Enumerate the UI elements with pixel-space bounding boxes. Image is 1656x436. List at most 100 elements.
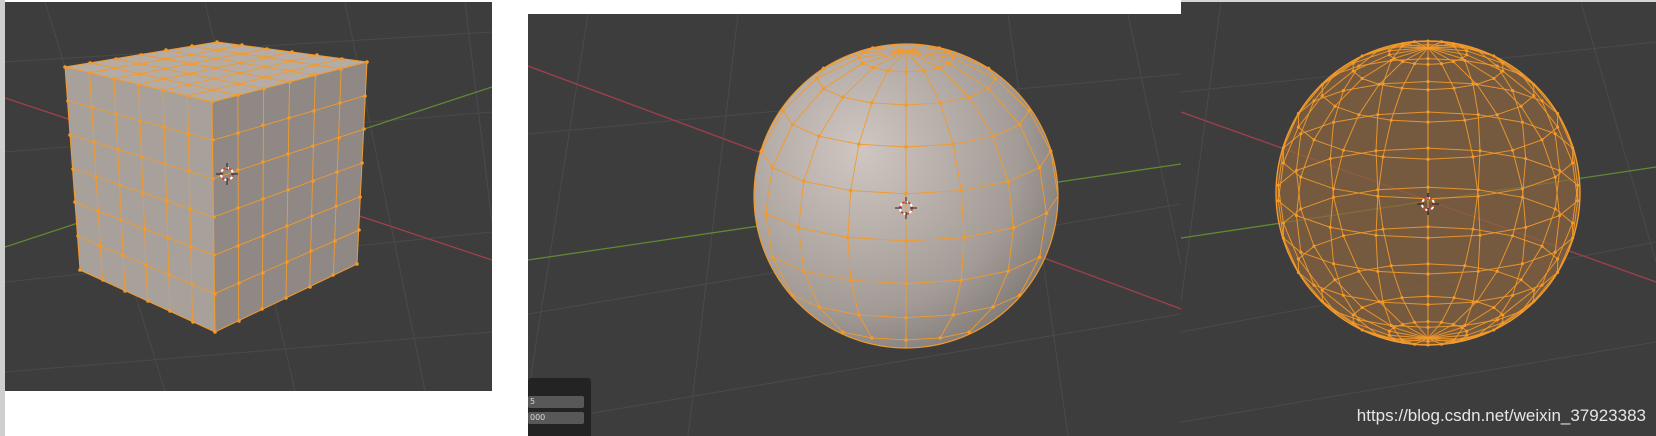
mesh-vertex[interactable] [1532,94,1536,98]
mesh-vertex[interactable] [1519,310,1523,314]
mesh-vertex[interactable] [187,83,191,87]
mesh-vertex[interactable] [959,278,963,282]
mesh-vertex[interactable] [236,168,240,172]
mesh-vertex[interactable] [1351,313,1355,317]
mesh-vertex[interactable] [1312,138,1316,142]
sphere-viewport[interactable]: 5 000 [528,14,1181,436]
mesh-vertex[interactable] [763,211,768,215]
mesh-vertex[interactable] [790,122,795,127]
mesh-vertex[interactable] [240,52,244,56]
mesh-vertex[interactable] [1426,157,1430,161]
mesh-vertex[interactable] [261,160,265,164]
mesh-vertex[interactable] [287,116,291,120]
mesh-vertex[interactable] [1532,299,1536,303]
mesh-vertex[interactable] [340,57,344,61]
mesh-vertex[interactable] [1426,225,1430,229]
mesh-vertex[interactable] [1463,264,1467,268]
mesh-vertex[interactable] [849,278,853,282]
mesh-vertex[interactable] [88,71,92,75]
mesh-vertex[interactable] [1296,270,1300,274]
mesh-vertex[interactable] [1381,227,1385,231]
mesh-vertex[interactable] [138,72,142,76]
mesh-vertex[interactable] [211,177,215,181]
mesh-vertex[interactable] [1520,187,1524,191]
mesh-vertex[interactable] [1333,310,1337,314]
mesh-vertex[interactable] [187,169,191,173]
mesh-vertex[interactable] [164,48,168,52]
mesh-vertex[interactable] [1294,214,1298,217]
mesh-vertex[interactable] [114,112,118,116]
mesh-vertex[interactable] [1426,339,1430,343]
sphere-mesh[interactable] [753,43,1059,349]
mesh-vertex[interactable] [1037,255,1042,259]
mesh-vertex[interactable] [116,147,120,151]
mesh-vertex[interactable] [1048,149,1053,153]
mesh-vertex[interactable] [73,200,77,204]
mesh-vertex[interactable] [1387,329,1391,333]
mesh-vertex[interactable] [191,320,195,324]
mesh-vertex[interactable] [1460,57,1464,60]
mesh-vertex[interactable] [236,93,240,97]
mesh-vertex[interactable] [1027,108,1031,113]
mesh-vertex[interactable] [1377,48,1381,52]
mesh-vertex[interactable] [904,103,908,107]
mesh-vertex[interactable] [143,227,147,231]
mesh-vertex[interactable] [161,88,165,92]
mesh-vertex[interactable] [1044,211,1049,215]
mesh-vertex[interactable] [1426,88,1430,92]
mesh-vertex[interactable] [857,142,861,146]
mesh-vertex[interactable] [1296,257,1300,261]
mesh-vertex[interactable] [991,134,995,138]
wireframe-sphere-viewport[interactable] [1181,2,1656,436]
mesh-vertex[interactable] [1501,69,1505,73]
mesh-vertex[interactable] [1540,283,1544,287]
mesh-vertex[interactable] [857,313,861,317]
mesh-vertex[interactable] [311,179,315,183]
mesh-vertex[interactable] [1387,49,1391,53]
mesh-vertex[interactable] [1463,59,1467,62]
mesh-vertex[interactable] [857,56,861,60]
mesh-vertex[interactable] [1452,44,1456,48]
mesh-vertex[interactable] [1471,300,1475,304]
mesh-vertex[interactable] [337,136,341,140]
mesh-vertex[interactable] [1401,42,1405,46]
mesh-vertex[interactable] [802,269,806,273]
mesh-vertex[interactable] [1392,326,1396,329]
mesh-vertex[interactable] [1426,325,1430,329]
mesh-vertex[interactable] [1360,77,1364,80]
mesh-vertex[interactable] [76,234,80,238]
mesh-vertex[interactable] [1426,57,1430,61]
mesh-vertex[interactable] [1478,149,1482,153]
mesh-vertex[interactable] [137,83,141,87]
mesh-vertex[interactable] [1501,61,1505,65]
mesh-vertex[interactable] [1413,62,1416,66]
mesh-vertex[interactable] [1558,214,1562,217]
mesh-vertex[interactable] [1299,175,1303,179]
mesh-vertex[interactable] [986,86,991,91]
mesh-vertex[interactable] [1511,89,1515,93]
mesh-vertex[interactable] [1401,322,1405,326]
mesh-vertex[interactable] [1389,118,1393,122]
mesh-vertex[interactable] [1501,313,1505,317]
mesh-vertex[interactable] [264,55,268,59]
mesh-vertex[interactable] [360,161,364,165]
mesh-vertex[interactable] [1553,250,1557,254]
mesh-vertex[interactable] [1413,40,1416,44]
mesh-vertex[interactable] [1017,293,1022,297]
mesh-vertex[interactable] [92,140,96,144]
mesh-vertex[interactable] [937,46,941,50]
mesh-vertex[interactable] [118,183,122,187]
mesh-vertex[interactable] [1475,334,1479,338]
mesh-vertex[interactable] [286,188,290,192]
mesh-vertex[interactable] [986,66,991,71]
mesh-vertex[interactable] [1377,334,1381,338]
mesh-vertex[interactable] [1392,57,1396,60]
mesh-vertex[interactable] [967,330,971,334]
mesh-vertex[interactable] [289,59,293,63]
mesh-vertex[interactable] [1471,155,1475,159]
mesh-vertex[interactable] [821,86,826,91]
mesh-vertex[interactable] [1495,64,1499,68]
mesh-vertex[interactable] [139,53,143,57]
mesh-vertex[interactable] [1011,226,1016,230]
mesh-vertex[interactable] [1320,83,1324,87]
